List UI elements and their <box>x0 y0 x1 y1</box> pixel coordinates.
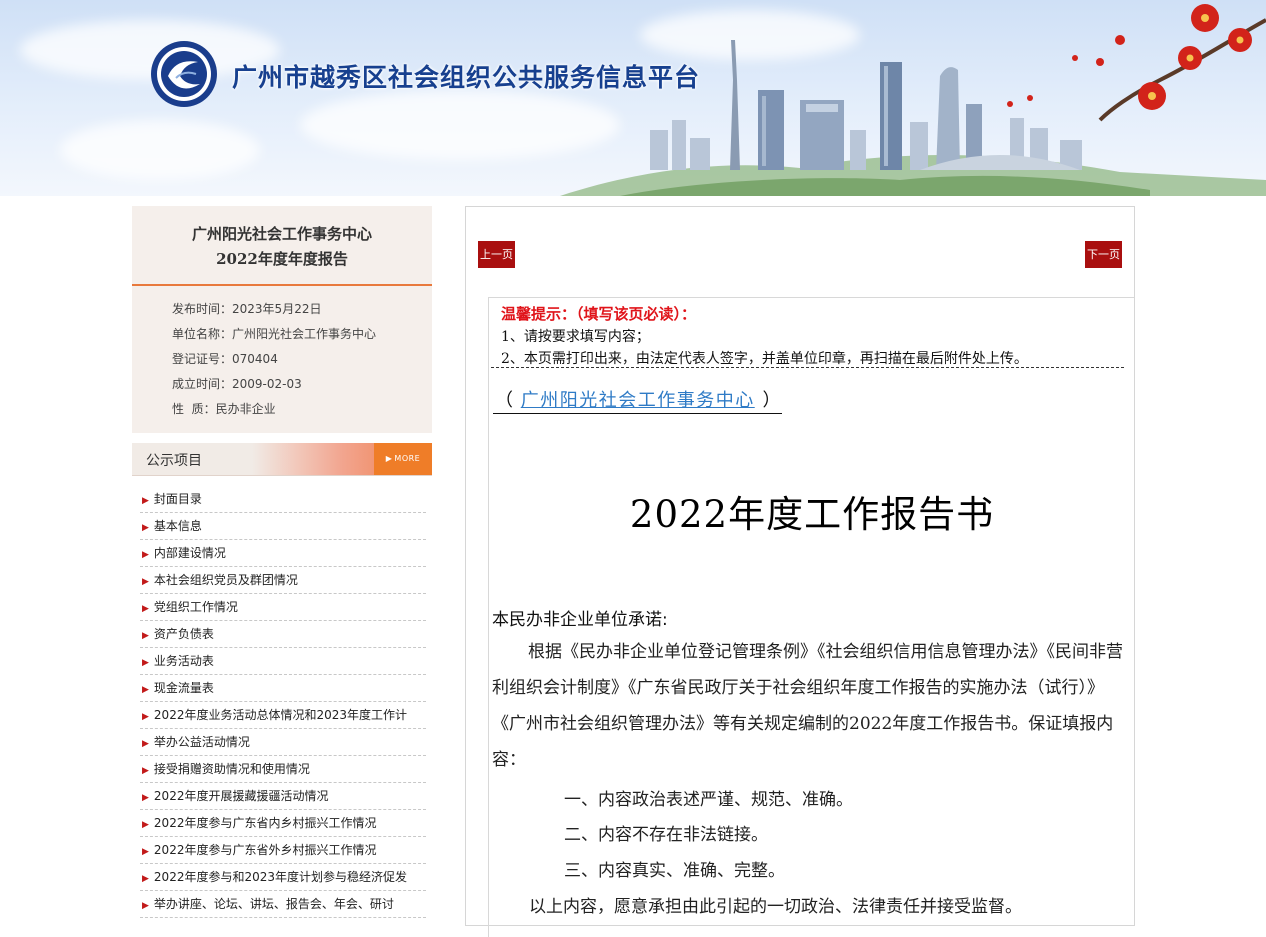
org-meta-org-name: 单位名称：广州阳光社会工作事务中心 <box>172 322 432 347</box>
arrow-right-icon: ▶ <box>385 454 393 463</box>
org-name-link[interactable]: 广州阳光社会工作事务中心 <box>521 390 755 411</box>
notice-section-title: 公示项目 <box>146 453 202 469</box>
triangle-bullet-icon: ▶ <box>142 631 149 641</box>
tip-line: 1、请按要求填写内容； <box>501 329 650 345</box>
meta-label: 性 质： <box>172 402 216 416</box>
notice-section-header: 公示项目 ▶ MORE <box>132 443 432 476</box>
org-card-header: 广州阳光社会工作事务中心 2022年度年度报告 <box>132 206 432 286</box>
triangle-bullet-icon: ▶ <box>142 604 149 614</box>
triangle-bullet-icon: ▶ <box>142 901 149 911</box>
list-item-label[interactable]: 业务活动表 <box>154 654 214 668</box>
list-item[interactable]: ▶ 2022年度参与和2023年度计划参与稳经济促发 <box>140 864 426 891</box>
more-button[interactable]: ▶ MORE <box>374 443 432 475</box>
triangle-bullet-icon: ▶ <box>142 658 149 668</box>
list-item-label[interactable]: 2022年度开展援藏援疆活动情况 <box>154 789 329 803</box>
list-item-label[interactable]: 基本信息 <box>154 519 202 533</box>
list-item-label[interactable]: 2022年度参与广东省内乡村振兴工作情况 <box>154 816 377 830</box>
triangle-bullet-icon: ▶ <box>142 874 149 884</box>
commitment-item: 一、内容政治表述严谨、规范、准确。 <box>564 790 853 810</box>
list-item[interactable]: ▶ 内部建设情况 <box>140 540 426 567</box>
site-title: 广州市越秀区社会组织公共服务信息平台 <box>232 63 701 92</box>
meta-value: 广州阳光社会工作事务中心 <box>232 327 377 341</box>
report-document: 温馨提示：（填写该页必读）： 1、请按要求填写内容； 2、本页需打印出来，由法定… <box>488 297 1134 937</box>
meta-label: 单位名称： <box>172 327 233 341</box>
commitment-heading: 本民办非企业单位承诺: <box>492 610 668 630</box>
list-item-label[interactable]: 2022年度业务活动总体情况和2023年度工作计 <box>154 708 407 722</box>
meta-label: 发布时间： <box>172 302 233 316</box>
list-item-label[interactable]: 封面目录 <box>154 492 202 506</box>
list-item[interactable]: ▶ 举办公益活动情况 <box>140 729 426 756</box>
triangle-bullet-icon: ▶ <box>142 550 149 560</box>
triangle-bullet-icon: ▶ <box>142 847 149 857</box>
tip-title: 温馨提示：（填写该页必读）： <box>501 305 697 323</box>
org-meta-registration-no: 登记证号：070404 <box>172 347 432 372</box>
list-item[interactable]: ▶ 资产负债表 <box>140 621 426 648</box>
list-item-label[interactable]: 举办公益活动情况 <box>154 735 250 749</box>
social-organization-logo-icon[interactable] <box>150 40 218 108</box>
triangle-bullet-icon: ▶ <box>142 739 149 749</box>
list-item-label[interactable]: 接受捐赠资助情况和使用情况 <box>154 762 310 776</box>
list-item[interactable]: ▶ 2022年度业务活动总体情况和2023年度工作计 <box>140 702 426 729</box>
org-meta-nature: 性 质：民办非企业 <box>172 397 432 422</box>
paren-close: ） <box>762 390 781 411</box>
org-meta-founded-date: 成立时间：2009-02-03 <box>172 372 432 397</box>
list-item[interactable]: ▶ 接受捐赠资助情况和使用情况 <box>140 756 426 783</box>
meta-value: 2023年5月22日 <box>232 302 322 316</box>
list-item[interactable]: ▶ 封面目录 <box>140 486 426 513</box>
meta-value: 民办非企业 <box>215 402 276 416</box>
triangle-bullet-icon: ▶ <box>142 685 149 695</box>
triangle-bullet-icon: ▶ <box>142 496 149 506</box>
list-item[interactable]: ▶ 2022年度参与广东省外乡村振兴工作情况 <box>140 837 426 864</box>
list-item[interactable]: ▶ 2022年度开展援藏援疆活动情况 <box>140 783 426 810</box>
next-page-button[interactable]: 下一页 <box>1085 241 1122 268</box>
meta-value: 2009-02-03 <box>232 377 302 391</box>
site-banner: 广州市越秀区社会组织公共服务信息平台 <box>0 0 1266 196</box>
meta-label: 成立时间： <box>172 377 233 391</box>
list-item-label[interactable]: 2022年度参与广东省外乡村振兴工作情况 <box>154 843 377 857</box>
dashed-divider <box>491 367 1124 368</box>
meta-value: 070404 <box>232 352 278 366</box>
list-item-label[interactable]: 内部建设情况 <box>154 546 226 560</box>
list-item[interactable]: ▶ 2022年度参与广东省内乡村振兴工作情况 <box>140 810 426 837</box>
triangle-bullet-icon: ▶ <box>142 523 149 533</box>
triangle-bullet-icon: ▶ <box>142 712 149 722</box>
commitment-item: 三、内容真实、准确、完整。 <box>564 861 785 881</box>
list-item[interactable]: ▶ 业务活动表 <box>140 648 426 675</box>
list-item-label[interactable]: 资产负债表 <box>154 627 214 641</box>
list-item[interactable]: ▶ 基本信息 <box>140 513 426 540</box>
org-meta-list: 发布时间：2023年5月22日 单位名称：广州阳光社会工作事务中心 登记证号：0… <box>132 286 432 422</box>
triangle-bullet-icon: ▶ <box>142 820 149 830</box>
list-item[interactable]: ▶ 现金流量表 <box>140 675 426 702</box>
list-item-label[interactable]: 党组织工作情况 <box>154 600 238 614</box>
triangle-bullet-icon: ▶ <box>142 793 149 803</box>
list-item[interactable]: ▶ 本社会组织党员及群团情况 <box>140 567 426 594</box>
list-item-label[interactable]: 本社会组织党员及群团情况 <box>154 573 298 587</box>
prev-page-button[interactable]: 上一页 <box>478 241 515 268</box>
report-title: 2022年度工作报告书 <box>629 493 995 536</box>
org-meta-publish-date: 发布时间：2023年5月22日 <box>172 297 432 322</box>
org-info-card: 广州阳光社会工作事务中心 2022年度年度报告 发布时间：2023年5月22日 … <box>132 206 432 433</box>
org-name: 广州阳光社会工作事务中心 <box>191 225 372 243</box>
list-item-label[interactable]: 2022年度参与和2023年度计划参与稳经济促发 <box>154 870 407 884</box>
tip-line: 2、本页需打印出来，由法定代表人签字，并盖单位印章，再扫描在最后附件处上传。 <box>501 351 1028 367</box>
list-item[interactable]: ▶ 举办讲座、论坛、讲坛、报告会、年会、研讨 <box>140 891 426 918</box>
more-label: MORE <box>394 454 421 463</box>
commitment-item: 二、内容不存在非法链接。 <box>564 825 768 845</box>
report-main-panel: 上一页 下一页 温馨提示：（填写该页必读）： 1、请按要求填写内容； 2、本页需… <box>465 206 1135 937</box>
triangle-bullet-icon: ▶ <box>142 766 149 776</box>
notice-item-list: ▶ 封面目录 ▶ 基本信息 ▶ 内部建设情况 ▶ 本社会组织党员及群团情况 ▶ 党组织工作… <box>140 486 426 918</box>
commitment-final: 以上内容，愿意承担由此引起的一切政治、法律责任并接受监督。 <box>529 897 1022 917</box>
org-name-field: （ 广州阳光社会工作事务中心 ） <box>493 386 783 414</box>
triangle-bullet-icon: ▶ <box>142 577 149 587</box>
meta-label: 登记证号： <box>172 352 233 366</box>
list-item[interactable]: ▶ 党组织工作情况 <box>140 594 426 621</box>
paren-open: （ <box>495 390 513 411</box>
list-item-label[interactable]: 举办讲座、论坛、讲坛、报告会、年会、研讨 <box>154 897 394 911</box>
list-item-label[interactable]: 现金流量表 <box>154 681 214 695</box>
commitment-body: 根据《民办非企业单位登记管理条例》《社会组织信用信息管理办法》《民间非营利组织会… <box>492 642 1123 770</box>
report-year-title: 2022年度年度报告 <box>216 250 348 268</box>
